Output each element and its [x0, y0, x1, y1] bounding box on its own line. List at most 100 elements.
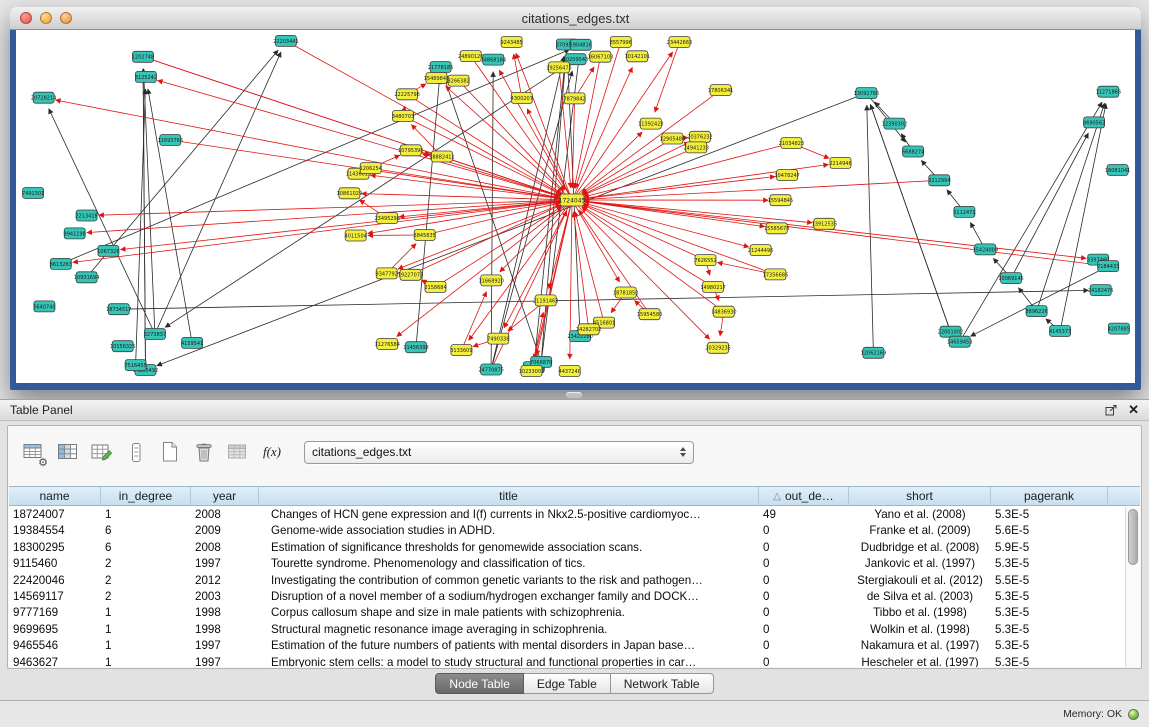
- cell-short[interactable]: Stergiakouli et al. (2012): [849, 573, 991, 589]
- cell-in_degree[interactable]: 2: [101, 573, 191, 589]
- graph-edge[interactable]: [87, 50, 279, 277]
- cell-out_de[interactable]: 0: [759, 655, 849, 667]
- column-header-pagerank[interactable]: pagerank: [991, 487, 1108, 505]
- cell-name[interactable]: 9465546: [9, 638, 101, 654]
- table-settings-button[interactable]: ⚙: [20, 439, 48, 466]
- cell-name[interactable]: 18300295: [9, 540, 101, 556]
- graph-edge[interactable]: [572, 177, 775, 201]
- table-row[interactable]: 1938455462009Genome-wide association stu…: [9, 523, 1124, 539]
- graph-edge[interactable]: [655, 42, 680, 112]
- cell-year[interactable]: 1997: [191, 638, 259, 654]
- table-scrollbar[interactable]: [1125, 507, 1140, 667]
- graph-edge[interactable]: [1011, 133, 1088, 278]
- cell-pagerank[interactable]: 5.3E-5: [991, 605, 1108, 621]
- cell-out_de[interactable]: 0: [759, 573, 849, 589]
- column-header-name[interactable]: name: [9, 487, 101, 505]
- cell-pagerank[interactable]: 5.3E-5: [991, 655, 1108, 667]
- cell-name[interactable]: 9463627: [9, 655, 101, 667]
- cell-short[interactable]: Hescheler et al. (1997): [849, 655, 991, 667]
- graph-edge[interactable]: [582, 206, 713, 287]
- cell-title[interactable]: Changes of HCN gene expression and I(f) …: [259, 507, 759, 523]
- zoom-window-button[interactable]: [60, 12, 72, 24]
- cell-out_de[interactable]: 0: [759, 523, 849, 539]
- cell-in_degree[interactable]: 6: [101, 540, 191, 556]
- table-row[interactable]: 911546021997Tourette syndrome. Phenomeno…: [9, 556, 1124, 572]
- cell-in_degree[interactable]: 1: [101, 638, 191, 654]
- cell-short[interactable]: Yano et al. (2008): [849, 507, 991, 523]
- cell-pagerank[interactable]: 5.3E-5: [991, 638, 1108, 654]
- graph-edge[interactable]: [583, 147, 696, 195]
- close-window-button[interactable]: [20, 12, 32, 24]
- cell-out_de[interactable]: 0: [759, 605, 849, 621]
- cell-out_de[interactable]: 49: [759, 507, 849, 523]
- cell-name[interactable]: 9115460: [9, 556, 101, 572]
- cell-name[interactable]: 22420046: [9, 573, 101, 589]
- cell-pagerank[interactable]: 5.9E-5: [991, 540, 1108, 556]
- graph-edge[interactable]: [119, 290, 1089, 309]
- cell-pagerank[interactable]: 5.3E-5: [991, 622, 1108, 638]
- table-row[interactable]: 969969511998Structural magnetic resonanc…: [9, 622, 1124, 638]
- graph-edge[interactable]: [155, 52, 281, 334]
- cell-title[interactable]: Investigating the contribution of common…: [259, 573, 759, 589]
- cell-out_de[interactable]: 0: [759, 589, 849, 605]
- function-builder-button[interactable]: f(x): [258, 439, 286, 466]
- cell-title[interactable]: Tourette syndrome. Phenomenology and cla…: [259, 556, 759, 572]
- cell-in_degree[interactable]: 2: [101, 556, 191, 572]
- graph-edge[interactable]: [867, 105, 874, 353]
- graph-edge[interactable]: [500, 200, 572, 272]
- table-row[interactable]: 1830029562008Estimation of significance …: [9, 540, 1124, 556]
- edit-table-button[interactable]: [88, 439, 116, 466]
- delete-table-button[interactable]: [190, 439, 218, 466]
- cell-in_degree[interactable]: 1: [101, 655, 191, 667]
- cell-short[interactable]: Wolkin et al. (1998): [849, 622, 991, 638]
- cell-title[interactable]: Estimation of the future numbers of pati…: [259, 638, 759, 654]
- minimize-window-button[interactable]: [40, 12, 52, 24]
- select-columns-button[interactable]: [54, 439, 82, 466]
- cell-year[interactable]: 2003: [191, 589, 259, 605]
- cell-short[interactable]: Jankovic et al. (1997): [849, 556, 991, 572]
- cell-title[interactable]: Genome-wide association studies in ADHD.: [259, 523, 759, 539]
- cell-pagerank[interactable]: 5.6E-5: [991, 523, 1108, 539]
- cell-in_degree[interactable]: 2: [101, 589, 191, 605]
- column-header-year[interactable]: year: [191, 487, 259, 505]
- cell-short[interactable]: Dudbridge et al. (2008): [849, 540, 991, 556]
- graph-edge[interactable]: [572, 142, 689, 200]
- cell-title[interactable]: Disruption of a novel member of a sodium…: [259, 589, 759, 605]
- table-row[interactable]: 2242004622012Investigating the contribut…: [9, 573, 1124, 589]
- cell-short[interactable]: Nakamura et al. (1997): [849, 638, 991, 654]
- graph-edge[interactable]: [514, 54, 522, 98]
- table-selector-dropdown[interactable]: citations_edges.txt: [304, 441, 694, 464]
- cell-pagerank[interactable]: 5.3E-5: [991, 556, 1108, 572]
- graph-edge[interactable]: [866, 93, 905, 142]
- graph-edge[interactable]: [574, 57, 600, 189]
- cell-title[interactable]: Structural magnetic resonance image aver…: [259, 622, 759, 638]
- tab-edge-table[interactable]: Edge Table: [524, 673, 611, 694]
- tab-network-table[interactable]: Network Table: [611, 673, 714, 694]
- cell-year[interactable]: 2008: [191, 540, 259, 556]
- window-titlebar[interactable]: citations_edges.txt: [10, 7, 1141, 30]
- graph-edge[interactable]: [574, 212, 589, 329]
- table-row[interactable]: 946554611997Estimation of the future num…: [9, 638, 1124, 654]
- cell-pagerank[interactable]: 5.5E-5: [991, 573, 1108, 589]
- graph-edge[interactable]: [73, 200, 572, 262]
- graph-edge[interactable]: [870, 104, 950, 331]
- table-row[interactable]: 977716911998Corpus callosum shape and si…: [9, 605, 1124, 621]
- cell-in_degree[interactable]: 6: [101, 523, 191, 539]
- column-header-title[interactable]: title: [259, 487, 759, 505]
- column-header-short[interactable]: short: [849, 487, 991, 505]
- cell-pagerank[interactable]: 5.3E-5: [991, 507, 1108, 523]
- cell-in_degree[interactable]: 1: [101, 507, 191, 523]
- cell-year[interactable]: 2009: [191, 523, 259, 539]
- cell-out_de[interactable]: 0: [759, 556, 849, 572]
- table-row[interactable]: 946362711997Embryonic stem cells: a mode…: [9, 655, 1124, 667]
- tab-node-table[interactable]: Node Table: [435, 673, 524, 694]
- graph-edge[interactable]: [148, 89, 192, 343]
- cell-short[interactable]: Tibbo et al. (1998): [849, 605, 991, 621]
- cell-out_de[interactable]: 0: [759, 638, 849, 654]
- close-panel-icon[interactable]: ✕: [1128, 404, 1139, 416]
- cell-out_de[interactable]: 0: [759, 622, 849, 638]
- cell-title[interactable]: Embryonic stem cells: a model to study s…: [259, 655, 759, 667]
- import-table-button[interactable]: [224, 439, 252, 466]
- cell-title[interactable]: Corpus callosum shape and size in male p…: [259, 605, 759, 621]
- cell-in_degree[interactable]: 1: [101, 605, 191, 621]
